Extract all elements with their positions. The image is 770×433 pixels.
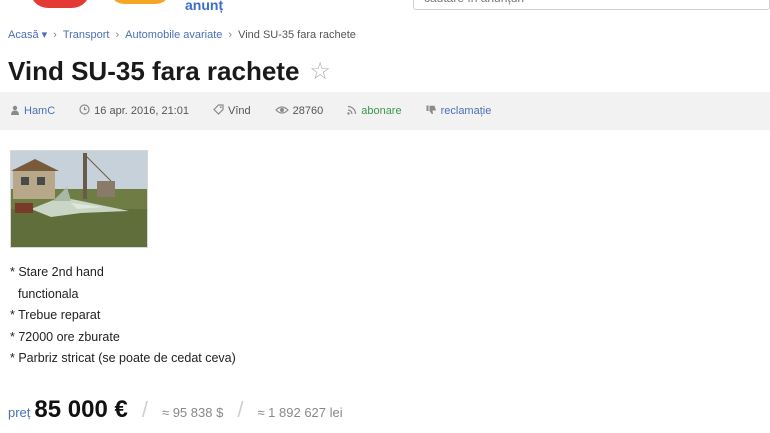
ad-type-text: Vînd	[227, 105, 251, 117]
feature-item: * 72000 ore zburate	[10, 329, 120, 344]
listing-meta-bar: HamC 16 apr. 2016, 21:01 Vînd 28760 abon…	[0, 92, 770, 130]
subscribe-link[interactable]: abonare	[347, 105, 402, 118]
feature-item: * Stare 2nd hand	[10, 265, 104, 279]
chevron-right-icon: ›	[228, 28, 233, 41]
report-text: reclamație	[440, 105, 492, 117]
author-name: HamC	[24, 105, 56, 117]
ad-type: Vînd	[213, 104, 251, 118]
listing-photo[interactable]	[10, 150, 148, 248]
star-icon[interactable]: ☆	[309, 57, 331, 86]
post-ad-link[interactable]: anunț	[185, 0, 223, 13]
author-link[interactable]: HamC	[10, 105, 55, 118]
rss-icon	[347, 105, 357, 118]
search-input[interactable]	[414, 0, 769, 9]
feature-item: * Trebue reparat	[10, 308, 101, 322]
breadcrumb-current: Vind SU-35 fara rachete	[238, 28, 356, 41]
tag-icon	[213, 104, 224, 118]
price-value: 85 000 €	[34, 396, 128, 423]
feature-list: * Stare 2nd hand functionala * Trebue re…	[10, 262, 236, 370]
logo-orange-shape	[110, 0, 170, 4]
view-count: 28760	[274, 105, 324, 118]
feature-item: * Parbriz stricat (se poate de cedat cev…	[10, 351, 236, 365]
top-header: anunț	[0, 0, 770, 16]
chevron-right-icon: ›	[115, 28, 120, 41]
feature-item: functionala	[18, 286, 79, 301]
divider: /	[237, 397, 244, 422]
view-count-text: 28760	[292, 105, 324, 117]
report-link[interactable]: reclamație	[426, 105, 492, 118]
price-row: preț 85 000 € / ≈ 95 838 $ / ≈ 1 892 627…	[8, 396, 357, 424]
breadcrumb-transport[interactable]: Transport	[63, 29, 110, 41]
eye-icon	[274, 105, 289, 118]
breadcrumb-home[interactable]: Acasă ▾	[8, 28, 47, 41]
post-date: 16 apr. 2016, 21:01	[79, 104, 189, 118]
chevron-right-icon: ›	[53, 28, 57, 41]
price-mdl: ≈ 1 892 627 lei	[257, 405, 343, 420]
post-date-text: 16 apr. 2016, 21:01	[94, 105, 189, 117]
logo-red-shape	[30, 0, 90, 8]
subscribe-text: abonare	[361, 105, 402, 117]
breadcrumb-damaged-cars[interactable]: Automobile avariate	[125, 29, 222, 41]
breadcrumb: Acasă ▾ › Transport › Automobile avariat…	[8, 28, 356, 42]
user-icon	[10, 105, 20, 118]
search-box[interactable]	[413, 0, 770, 10]
divider: /	[141, 397, 148, 422]
site-logo[interactable]	[30, 0, 170, 14]
price-label: preț	[8, 405, 31, 420]
clock-icon	[79, 104, 90, 118]
page-title: Vind SU-35 fara rachete ☆	[8, 56, 331, 87]
thumbs-down-icon	[426, 105, 437, 118]
listing-title: Vind SU-35 fara rachete	[8, 56, 300, 86]
jet-photo-image	[11, 151, 147, 247]
price-usd: ≈ 95 838 $	[161, 405, 224, 420]
